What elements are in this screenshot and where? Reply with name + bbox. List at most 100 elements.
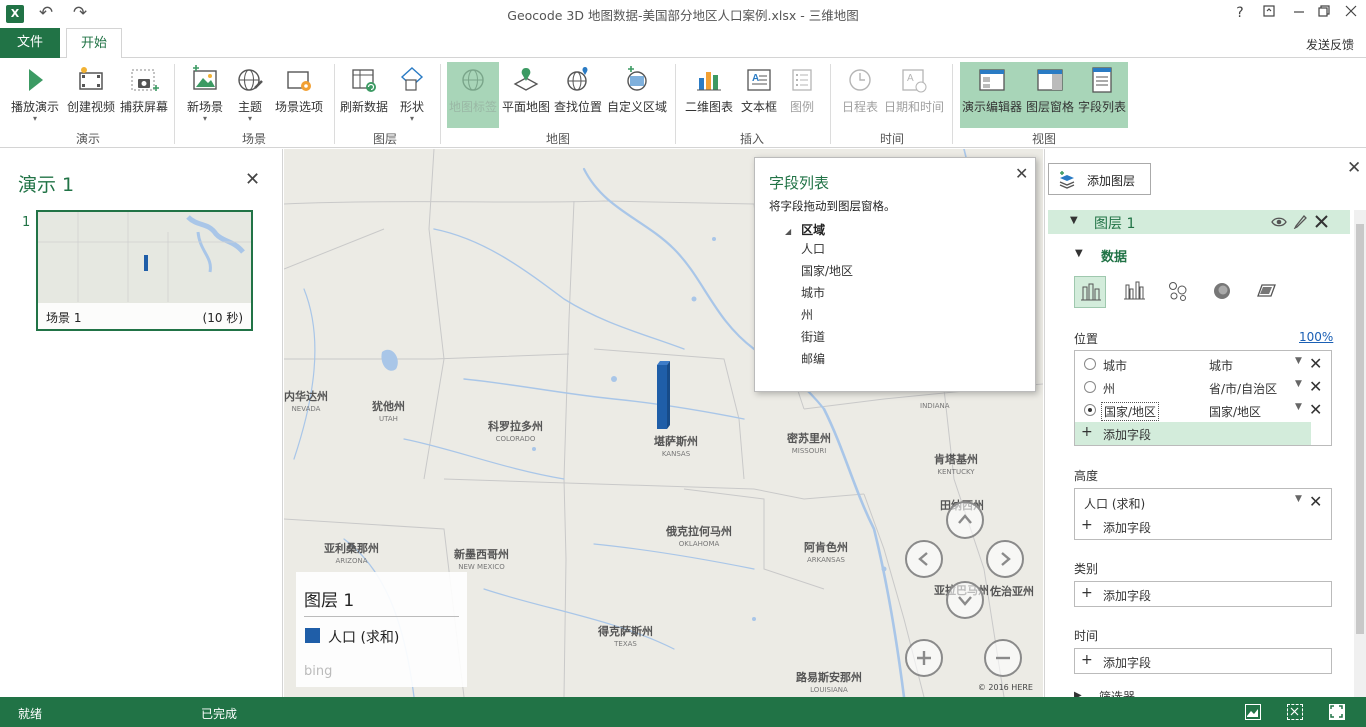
edit-pencil-icon[interactable] <box>1293 214 1308 229</box>
map-label-new-mexico: 新墨西哥州 NEW MEXICO <box>454 548 509 572</box>
location-field-row[interactable]: 国家/地区 国家/地区 ▼ ✕ <box>1075 399 1331 422</box>
close-icon[interactable]: ✕ <box>245 169 260 190</box>
zoom-out-button[interactable] <box>984 639 1022 677</box>
refresh-icon <box>352 69 376 92</box>
add-time-field-button[interactable]: + 添加字段 <box>1075 650 1331 673</box>
close-window-icon[interactable] <box>1340 4 1362 22</box>
field-item[interactable]: 街道 <box>801 328 825 345</box>
find-location-button[interactable]: 查找位置 <box>552 62 604 128</box>
field-item[interactable]: 州 <box>801 306 813 323</box>
scene-options-button[interactable]: 场景选项 <box>272 62 326 128</box>
height-field-row[interactable]: 人口 (求和) ▼ ✕ <box>1075 491 1331 514</box>
radio-button[interactable] <box>1084 381 1096 393</box>
minimize-icon[interactable] <box>1288 4 1310 22</box>
scrollbar-thumb[interactable] <box>1356 224 1364 634</box>
map-label-louisiana: 路易斯安那州 LOUISIANA <box>796 671 862 695</box>
picture-view-icon[interactable] <box>1245 704 1261 720</box>
collapse-arrow-icon[interactable]: ▼ <box>1075 248 1083 259</box>
create-video-button[interactable]: 创建视频 <box>64 62 118 128</box>
field-list-button[interactable]: 字段列表 <box>1076 62 1128 128</box>
remove-field-icon[interactable]: ✕ <box>1309 400 1322 419</box>
close-icon[interactable]: ✕ <box>1015 164 1028 183</box>
scene-options-icon <box>287 71 311 91</box>
field-group-region[interactable]: ◢ 区域 <box>785 221 825 238</box>
tab-file[interactable]: 文件 <box>0 28 60 58</box>
add-layer-button[interactable]: 添加图层 <box>1048 163 1151 195</box>
eye-icon[interactable] <box>1271 215 1287 229</box>
dropdown-arrow-icon[interactable]: ▼ <box>1295 402 1302 412</box>
theme-button[interactable]: 主题 ▾ <box>230 62 270 128</box>
status-ready: 就绪 <box>18 707 43 721</box>
layer-pane-button[interactable]: 图层窗格 <box>1024 62 1076 128</box>
filter-label[interactable]: 筛选器 <box>1099 688 1135 697</box>
radio-button[interactable] <box>1084 358 1096 370</box>
category-label: 类别 <box>1074 562 1099 576</box>
population-bar[interactable] <box>654 359 670 431</box>
field-item[interactable]: 城市 <box>801 284 825 301</box>
map-labels-button[interactable]: 地图标签 <box>447 62 499 128</box>
close-icon[interactable]: ✕ <box>1347 158 1361 178</box>
chart-2d-button[interactable]: 二维图表 <box>682 62 736 128</box>
screen-capture-icon[interactable] <box>1287 704 1303 720</box>
clustered-column-viz-button[interactable] <box>1119 276 1151 308</box>
delete-layer-icon[interactable] <box>1314 214 1329 229</box>
location-field-row[interactable]: 城市 城市 ▼ ✕ <box>1075 353 1331 376</box>
region-viz-button[interactable] <box>1251 276 1283 308</box>
layer-header[interactable]: ▼ 图层 1 <box>1048 210 1350 234</box>
group-label-view: 视图 <box>1031 132 1056 146</box>
add-location-field-button[interactable]: + 添加字段 <box>1075 422 1311 445</box>
location-field-row[interactable]: 州 省/市/自治区 ▼ ✕ <box>1075 376 1331 399</box>
stacked-column-viz-button[interactable] <box>1074 276 1106 308</box>
collapse-arrow-icon[interactable]: ▼ <box>1070 215 1078 226</box>
bubble-viz-button[interactable] <box>1163 276 1195 308</box>
timeline-button[interactable]: 日程表 <box>838 62 882 128</box>
legend-button[interactable]: 图例 <box>782 62 822 128</box>
date-time-button[interactable]: A 日期和时间 <box>882 62 946 128</box>
rotate-right-button[interactable] <box>986 540 1024 578</box>
dropdown-arrow-icon[interactable]: ▼ <box>1295 494 1302 504</box>
bubble-icon <box>1169 282 1187 301</box>
fullscreen-icon[interactable] <box>1329 704 1345 720</box>
add-category-field-button[interactable]: + 添加字段 <box>1075 583 1331 606</box>
play-tour-button[interactable]: 播放演示 ▾ <box>6 62 64 128</box>
radio-button-selected[interactable] <box>1084 404 1096 416</box>
tour-editor-button[interactable]: 演示编辑器 <box>960 62 1024 128</box>
help-icon[interactable]: ? <box>1229 4 1251 22</box>
plus-icon: + <box>1081 424 1093 440</box>
custom-regions-button[interactable]: 自定义区域 <box>605 62 669 128</box>
zoom-in-button[interactable] <box>905 639 943 677</box>
location-confidence-link[interactable]: 100% <box>1299 330 1333 344</box>
tilt-down-button[interactable] <box>946 581 984 619</box>
field-item[interactable]: 邮编 <box>801 350 825 367</box>
restore-icon[interactable] <box>1313 4 1335 22</box>
tilt-up-button[interactable] <box>946 501 984 539</box>
plus-icon: + <box>1081 585 1093 601</box>
field-item[interactable]: 人口 <box>801 240 825 257</box>
ribbon-display-icon[interactable] <box>1258 4 1280 22</box>
expand-arrow-icon[interactable]: ▶ <box>1074 690 1082 697</box>
heat-map-viz-button[interactable] <box>1207 276 1239 308</box>
globe-brush-icon <box>238 69 263 91</box>
remove-field-icon[interactable]: ✕ <box>1309 377 1322 396</box>
add-height-field-button[interactable]: + 添加字段 <box>1075 515 1331 538</box>
remove-field-icon[interactable]: ✕ <box>1309 492 1322 511</box>
map-label-kentucky: 肯塔基州 KENTUCKY <box>934 453 978 477</box>
send-feedback-link[interactable]: 发送反馈 <box>1306 36 1354 53</box>
dropdown-arrow-icon[interactable]: ▼ <box>1295 356 1302 366</box>
tour-title: 演示 1 <box>18 174 75 196</box>
flat-map-button[interactable]: 平面地图 <box>500 62 552 128</box>
capture-screen-button[interactable]: 捕获屏幕 <box>118 62 170 128</box>
map-legend[interactable]: 图层 1 人口 (求和) bing <box>296 572 467 687</box>
new-scene-button[interactable]: 新场景 ▾ <box>182 62 228 128</box>
text-box-button[interactable]: A 文本框 <box>738 62 780 128</box>
clock-icon <box>849 69 871 91</box>
dropdown-arrow-icon[interactable]: ▼ <box>1295 379 1302 389</box>
scene-thumbnail[interactable]: 场景 1 (10 秒) <box>36 210 253 331</box>
tab-home[interactable]: 开始 <box>66 28 122 59</box>
shapes-button[interactable]: 形状 ▾ <box>392 62 432 128</box>
collapse-arrow-icon[interactable]: ◢ <box>785 227 791 236</box>
remove-field-icon[interactable]: ✕ <box>1309 354 1322 373</box>
rotate-left-button[interactable] <box>905 540 943 578</box>
field-item[interactable]: 国家/地区 <box>801 262 853 279</box>
refresh-data-button[interactable]: 刷新数据 <box>338 62 390 128</box>
